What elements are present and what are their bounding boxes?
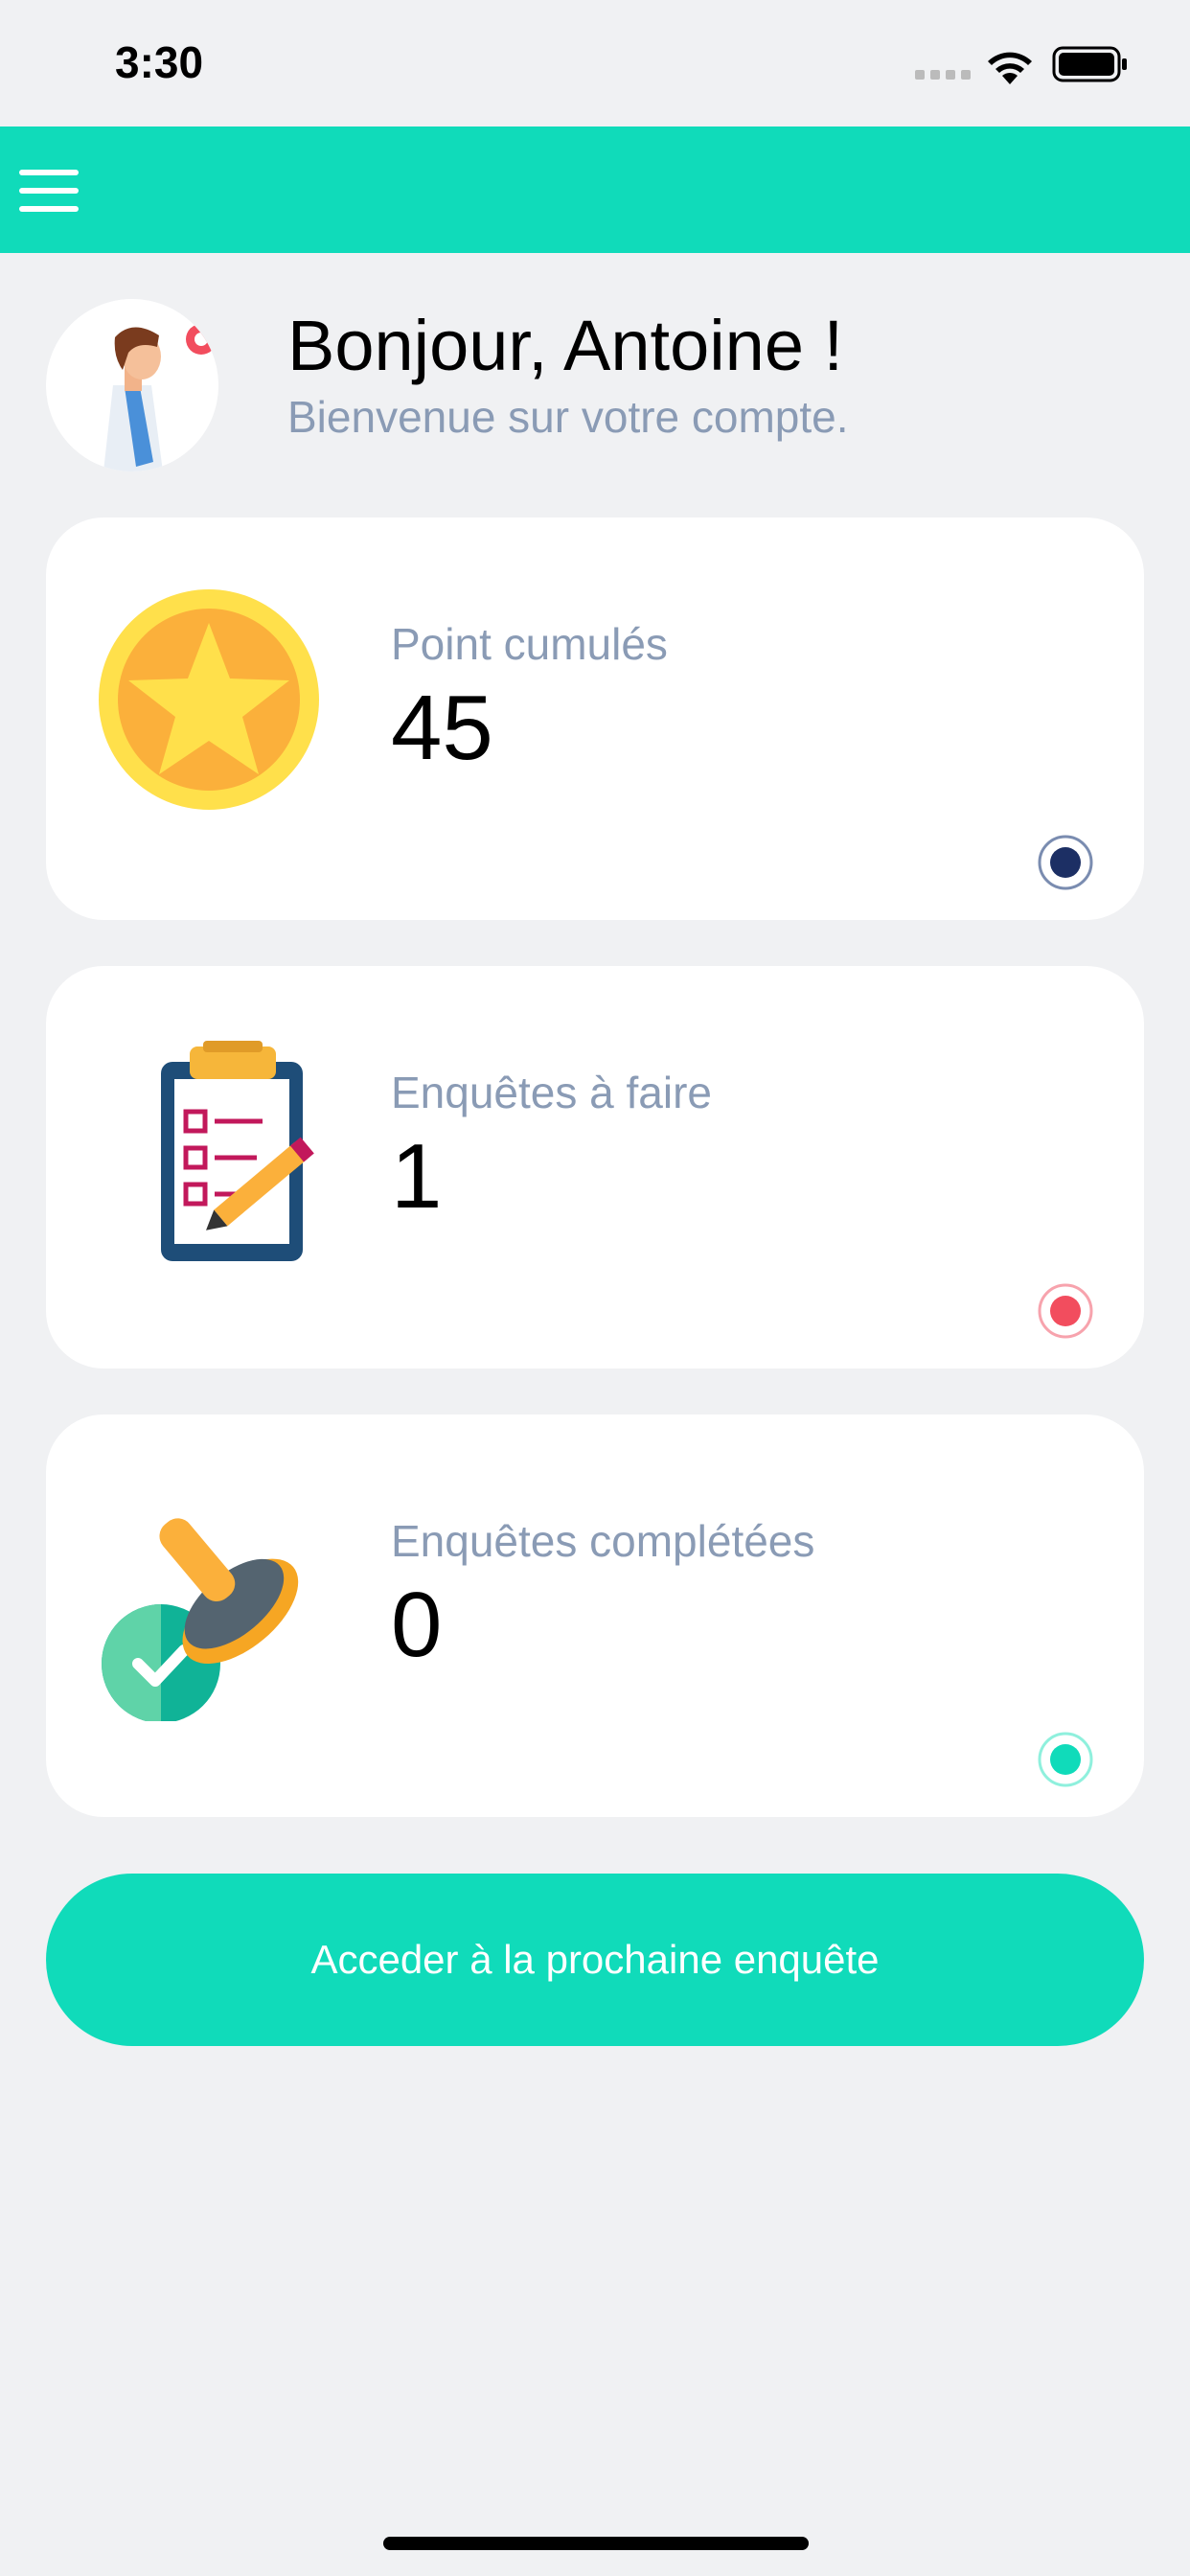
points-label: Point cumulés <box>391 619 668 669</box>
cellular-signal-icon <box>915 70 971 80</box>
battery-icon <box>1052 46 1127 82</box>
approval-stamp-icon <box>102 1518 299 1721</box>
wifi-icon <box>988 52 1032 84</box>
surveys-completed-card[interactable]: Enquêtes complétées 0 <box>46 1414 1144 1817</box>
surveys-todo-card[interactable]: Enquêtes à faire 1 <box>46 966 1144 1368</box>
surveys-todo-label: Enquêtes à faire <box>391 1068 713 1117</box>
radio-indicator-icon <box>1038 835 1093 890</box>
greeting-subtitle: Bienvenue sur votre compte. <box>287 392 849 442</box>
radio-indicator-icon <box>1038 1732 1093 1787</box>
clipboard-checklist-icon <box>161 1041 314 1261</box>
doctor-avatar-icon <box>46 299 218 472</box>
points-card[interactable]: Point cumulés 45 <box>46 518 1144 920</box>
star-coin-icon <box>99 589 319 810</box>
status-time: 3:30 <box>115 37 204 87</box>
status-bar: 3:30 <box>0 0 1190 126</box>
hamburger-menu-icon[interactable] <box>19 170 79 212</box>
next-survey-button[interactable]: Acceder à la prochaine enquête <box>46 1874 1144 2046</box>
home-indicator[interactable] <box>383 2537 809 2550</box>
radio-indicator-icon <box>1038 1283 1093 1339</box>
surveys-completed-value: 0 <box>391 1574 443 1676</box>
greeting-title: Bonjour, Antoine ! <box>287 306 844 385</box>
surveys-completed-label: Enquêtes complétées <box>391 1516 815 1566</box>
surveys-todo-value: 1 <box>391 1125 443 1228</box>
app-bar <box>0 126 1190 253</box>
points-value: 45 <box>391 677 493 779</box>
